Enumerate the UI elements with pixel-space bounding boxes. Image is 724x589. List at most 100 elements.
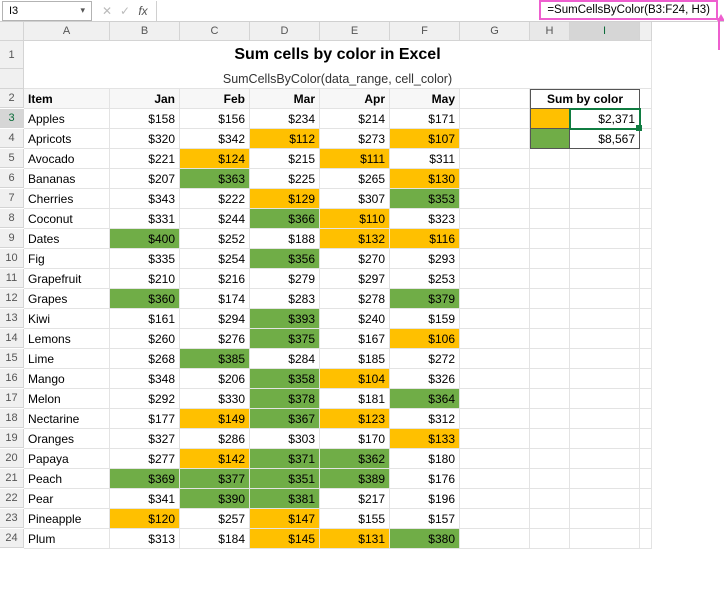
- row-header-11[interactable]: 11: [0, 269, 24, 288]
- cell-E3[interactable]: $214: [320, 109, 390, 129]
- cell-I21[interactable]: [570, 469, 640, 489]
- cell-H13[interactable]: [530, 309, 570, 329]
- cell-F9[interactable]: $116: [390, 229, 460, 249]
- cell-E24[interactable]: $131: [320, 529, 390, 549]
- cell-item-20[interactable]: Papaya: [24, 449, 110, 469]
- cell-G9[interactable]: [460, 229, 530, 249]
- cell-G12[interactable]: [460, 289, 530, 309]
- cell-item-21[interactable]: Peach: [24, 469, 110, 489]
- cell-H5[interactable]: [530, 149, 570, 169]
- cell-H21[interactable]: [530, 469, 570, 489]
- cell-G18[interactable]: [460, 409, 530, 429]
- row-header-7[interactable]: 7: [0, 189, 24, 208]
- cell-D13[interactable]: $393: [250, 309, 320, 329]
- cell-G7[interactable]: [460, 189, 530, 209]
- row-header-3[interactable]: 3: [0, 109, 24, 128]
- cell-B16[interactable]: $348: [110, 369, 180, 389]
- row-header-9[interactable]: 9: [0, 229, 24, 248]
- cell-C23[interactable]: $257: [180, 509, 250, 529]
- cell-item-8[interactable]: Coconut: [24, 209, 110, 229]
- cell-H10[interactable]: [530, 249, 570, 269]
- cell-item-16[interactable]: Mango: [24, 369, 110, 389]
- row-header-1b[interactable]: [0, 69, 24, 89]
- cell-E13[interactable]: $240: [320, 309, 390, 329]
- cell-B7[interactable]: $343: [110, 189, 180, 209]
- row-header-8[interactable]: 8: [0, 209, 24, 228]
- cell-B15[interactable]: $268: [110, 349, 180, 369]
- name-box[interactable]: I3 ▾: [2, 1, 92, 21]
- cell-g2[interactable]: [460, 89, 530, 109]
- cell-item-22[interactable]: Pear: [24, 489, 110, 509]
- cell-item-14[interactable]: Lemons: [24, 329, 110, 349]
- cell-F13[interactable]: $159: [390, 309, 460, 329]
- cell-I10[interactable]: [570, 249, 640, 269]
- cell-D9[interactable]: $188: [250, 229, 320, 249]
- cell-item-24[interactable]: Plum: [24, 529, 110, 549]
- cell-C11[interactable]: $216: [180, 269, 250, 289]
- cell-B12[interactable]: $360: [110, 289, 180, 309]
- cell-F6[interactable]: $130: [390, 169, 460, 189]
- cell-C14[interactable]: $276: [180, 329, 250, 349]
- cell-item-9[interactable]: Dates: [24, 229, 110, 249]
- cell-I23[interactable]: [570, 509, 640, 529]
- cell-G6[interactable]: [460, 169, 530, 189]
- cell-item-18[interactable]: Nectarine: [24, 409, 110, 429]
- formula-bar[interactable]: =SumCellsByColor(B3:F24, H3): [156, 1, 724, 21]
- cell-G15[interactable]: [460, 349, 530, 369]
- column-header-F[interactable]: F: [390, 22, 460, 41]
- cell-H19[interactable]: [530, 429, 570, 449]
- chevron-down-icon[interactable]: ▾: [80, 5, 85, 16]
- cell-I17[interactable]: [570, 389, 640, 409]
- cell-C21[interactable]: $377: [180, 469, 250, 489]
- cell-E16[interactable]: $104: [320, 369, 390, 389]
- cell-I6[interactable]: [570, 169, 640, 189]
- column-header-E[interactable]: E: [320, 22, 390, 41]
- cell-B8[interactable]: $331: [110, 209, 180, 229]
- cell-G21[interactable]: [460, 469, 530, 489]
- row-header-15[interactable]: 15: [0, 349, 24, 368]
- cell-B24[interactable]: $313: [110, 529, 180, 549]
- cell-E12[interactable]: $278: [320, 289, 390, 309]
- cell-I11[interactable]: [570, 269, 640, 289]
- cell-C6[interactable]: $363: [180, 169, 250, 189]
- cell-F3[interactable]: $171: [390, 109, 460, 129]
- cell-item-11[interactable]: Grapefruit: [24, 269, 110, 289]
- cell-E19[interactable]: $170: [320, 429, 390, 449]
- cell-G19[interactable]: [460, 429, 530, 449]
- cell-H8[interactable]: [530, 209, 570, 229]
- cell-E21[interactable]: $389: [320, 469, 390, 489]
- cell-F5[interactable]: $311: [390, 149, 460, 169]
- cell-E22[interactable]: $217: [320, 489, 390, 509]
- fill-handle[interactable]: [636, 125, 642, 131]
- column-header-C[interactable]: C: [180, 22, 250, 41]
- worksheet-grid[interactable]: ABCDEFGHI1Sum cells by color in ExcelSum…: [0, 22, 724, 549]
- cell-F21[interactable]: $176: [390, 469, 460, 489]
- cell-E9[interactable]: $132: [320, 229, 390, 249]
- cell-E14[interactable]: $167: [320, 329, 390, 349]
- cell-G11[interactable]: [460, 269, 530, 289]
- cell-F19[interactable]: $133: [390, 429, 460, 449]
- cell-G22[interactable]: [460, 489, 530, 509]
- cell-I22[interactable]: [570, 489, 640, 509]
- cell-I14[interactable]: [570, 329, 640, 349]
- cell-item-6[interactable]: Bananas: [24, 169, 110, 189]
- cell-F15[interactable]: $272: [390, 349, 460, 369]
- cell-C12[interactable]: $174: [180, 289, 250, 309]
- cell-B17[interactable]: $292: [110, 389, 180, 409]
- cell-G24[interactable]: [460, 529, 530, 549]
- row-header-13[interactable]: 13: [0, 309, 24, 328]
- cell-D23[interactable]: $147: [250, 509, 320, 529]
- cell-item-13[interactable]: Kiwi: [24, 309, 110, 329]
- cell-D12[interactable]: $283: [250, 289, 320, 309]
- cell-D24[interactable]: $145: [250, 529, 320, 549]
- cell-H17[interactable]: [530, 389, 570, 409]
- cell-I8[interactable]: [570, 209, 640, 229]
- sum-color-swatch-green[interactable]: [530, 129, 570, 149]
- cell-G5[interactable]: [460, 149, 530, 169]
- cell-F10[interactable]: $293: [390, 249, 460, 269]
- cell-C19[interactable]: $286: [180, 429, 250, 449]
- cancel-formula-icon[interactable]: ✕: [98, 4, 116, 18]
- cell-C13[interactable]: $294: [180, 309, 250, 329]
- row-header-22[interactable]: 22: [0, 489, 24, 508]
- column-header-edge[interactable]: [640, 22, 652, 41]
